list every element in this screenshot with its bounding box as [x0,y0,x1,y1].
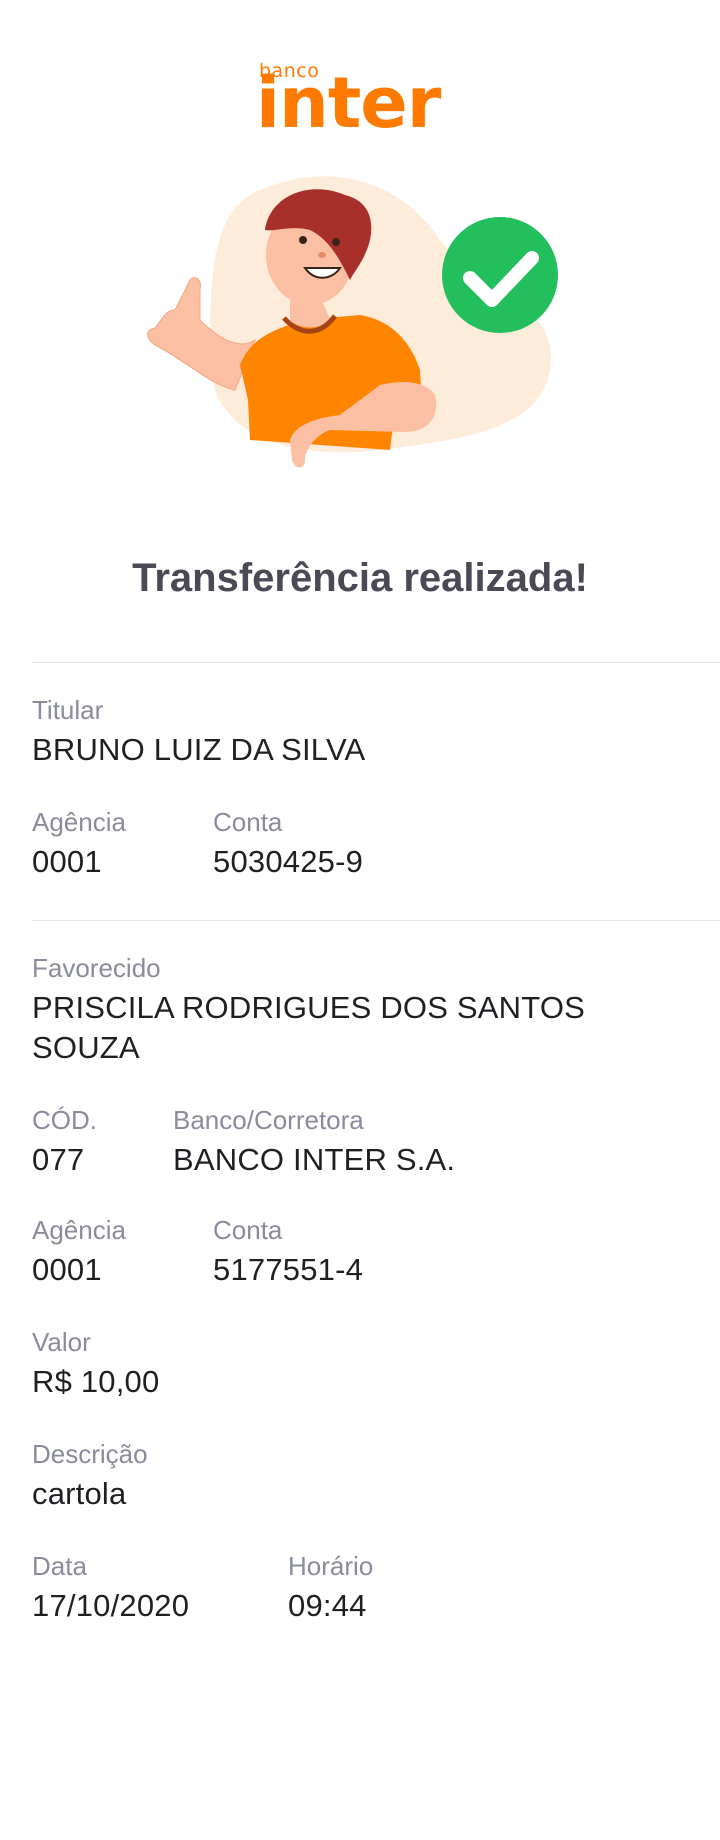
titular-value: BRUNO LUIZ DA SILVA [32,732,366,767]
descricao-field: Descrição cartola [32,1438,148,1514]
favorecido-value-line2: SOUZA [32,1030,140,1065]
success-title: Transferência realizada! [132,556,588,600]
banco-label: Banco/Corretora [173,1105,364,1135]
success-illustration [147,176,558,468]
cod-value: 077 [32,1142,85,1177]
favorecido-label: Favorecido [32,953,161,983]
valor-label: Valor [32,1327,91,1357]
cod-label: CÓD. [32,1105,97,1135]
holder-agencia-label: Agência [32,807,126,837]
holder-agencia-value: 0001 [32,844,102,879]
divider [32,920,720,921]
data-value: 17/10/2020 [32,1588,190,1623]
holder-conta-label: Conta [213,807,283,837]
horario-label: Horário [288,1551,374,1581]
divider [32,662,720,663]
holder-agencia-field: Agência 0001 [32,806,126,882]
favorecido-value-line1: PRISCILA RODRIGUES DOS SANTOS [32,990,586,1025]
banco-inter-logo: banco inter [256,60,466,144]
recipient-conta-label: Conta [213,1215,283,1245]
success-check-circle [442,217,558,333]
banco-value: BANCO INTER S.A. [173,1142,456,1177]
horario-field: Horário 09:44 [288,1550,373,1626]
banco-field: Banco/Corretora BANCO INTER S.A. [173,1104,455,1180]
data-field: Data 17/10/2020 [32,1550,189,1626]
recipient-conta-value: 5177551-4 [213,1252,364,1287]
holder-conta-value: 5030425-9 [213,844,364,879]
horario-value: 09:44 [288,1588,367,1623]
cod-field: CÓD. 077 [32,1104,97,1180]
favorecido-field: Favorecido PRISCILA RODRIGUES DOS SANTOS… [32,952,585,1068]
holder-conta-field: Conta 5030425-9 [213,806,363,882]
valor-field: Valor R$ 10,00 [32,1326,159,1402]
descricao-value: cartola [32,1476,127,1511]
titular-field: Titular BRUNO LUIZ DA SILVA [32,694,365,770]
recipient-conta-field: Conta 5177551-4 [213,1214,363,1290]
valor-value: R$ 10,00 [32,1364,160,1399]
recipient-agencia-field: Agência 0001 [32,1214,126,1290]
recipient-agencia-value: 0001 [32,1252,102,1287]
descricao-label: Descrição [32,1439,148,1469]
titular-label: Titular [32,695,104,725]
data-label: Data [32,1551,87,1581]
recipient-agencia-label: Agência [32,1215,126,1245]
logo-wordmark: inter [256,62,441,144]
